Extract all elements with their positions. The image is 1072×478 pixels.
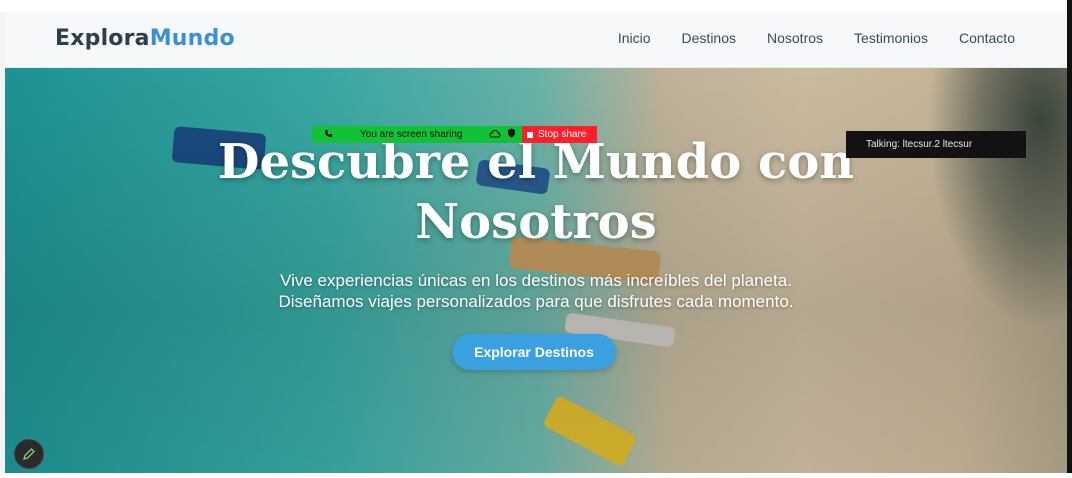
screen-share-label: You are screen sharing	[360, 129, 463, 140]
stop-share-label: Stop share	[538, 129, 587, 140]
nav-links: Inicio Destinos Nosotros Testimonios Con…	[618, 30, 1015, 46]
shield-icon[interactable]	[507, 128, 516, 141]
hero-subtitle: Vive experiencias únicas en los destinos…	[5, 270, 1067, 312]
site-navbar: ExploraMundo Inicio Destinos Nosotros Te…	[5, 12, 1067, 68]
pencil-icon[interactable]	[14, 439, 44, 469]
nav-item-nosotros[interactable]: Nosotros	[767, 30, 823, 46]
screen-share-bar: You are screen sharing Stop share	[312, 126, 597, 143]
brand-part-1: Explora	[55, 26, 150, 51]
nav-item-testimonios[interactable]: Testimonios	[854, 30, 928, 46]
brand-part-2: Mundo	[149, 26, 235, 51]
right-edge	[1067, 0, 1072, 478]
hero-title-line-2: Nosotros	[415, 194, 657, 250]
talking-indicator: Talking: ltecsur.2 ltecsur	[846, 131, 1026, 158]
brand-logo[interactable]: ExploraMundo	[55, 26, 235, 51]
hero-subtitle-line-1: Vive experiencias únicas en los destinos…	[280, 271, 792, 290]
stop-share-button[interactable]: Stop share	[522, 126, 597, 143]
talking-label: Talking: ltecsur.2 ltecsur	[866, 139, 973, 150]
nav-item-destinos[interactable]: Destinos	[682, 30, 736, 46]
cloud-icon[interactable]	[489, 129, 501, 141]
phone-icon[interactable]	[324, 129, 360, 141]
explore-destinations-button[interactable]: Explorar Destinos	[452, 334, 616, 370]
window-top-edge	[0, 0, 1072, 12]
bottom-edge	[0, 473, 1072, 478]
nav-item-contacto[interactable]: Contacto	[959, 30, 1015, 46]
nav-item-inicio[interactable]: Inicio	[618, 30, 651, 46]
stop-square-icon	[527, 131, 533, 138]
hero-subtitle-line-2: Diseñamos viajes personalizados para que…	[278, 292, 794, 311]
screen-share-status: You are screen sharing	[312, 126, 522, 143]
